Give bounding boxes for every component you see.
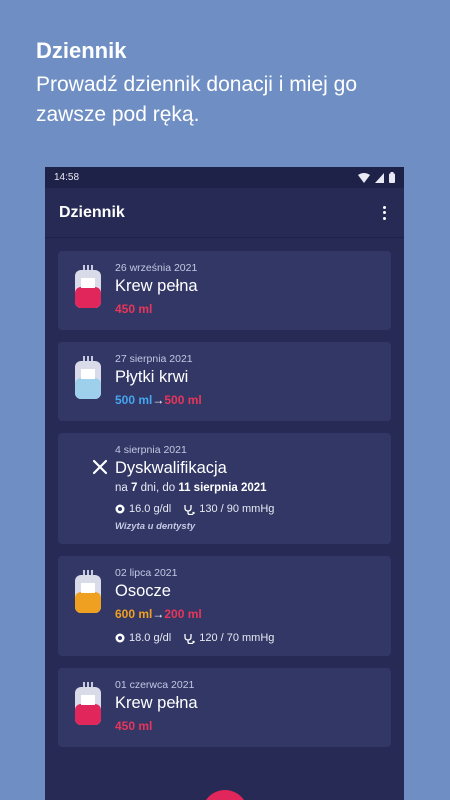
promo-subtitle: Prowadź dziennik donacji i miej go zawsz…: [36, 73, 357, 126]
close-icon: [92, 459, 108, 475]
entry-note: Wizyta u dentysty: [115, 521, 196, 532]
entry-date: 02 lipca 2021: [115, 567, 178, 579]
hemoglobin-value: 16.0 g/dl: [129, 503, 172, 515]
journal-entry[interactable]: 27 sierpnia 2021 Płytki krwi 500 ml→500 …: [58, 342, 391, 421]
phone-screen: 14:58 Dziennik 26 września 2021 Krew peł…: [45, 167, 404, 800]
blood-pressure-value: 130 / 90 mmHg: [199, 503, 275, 515]
entry-volume: 450 ml: [115, 302, 153, 316]
status-time: 14:58: [54, 172, 80, 183]
disqualification-period: na 7 dni, do 11 sierpnia 2021: [115, 482, 267, 494]
entry-stats: 16.0 g/dl 130 / 90 mmHg: [115, 503, 381, 515]
entry-volume-from: 500 ml: [115, 393, 153, 407]
entry-type: Krew pełna: [115, 277, 198, 295]
stethoscope-icon: [184, 504, 195, 515]
app-bar-title: Dziennik: [59, 203, 125, 221]
entry-date: 4 sierpnia 2021: [115, 444, 187, 456]
journal-list: 26 września 2021 Krew pełna 450 ml 27 si…: [45, 238, 404, 747]
hemoglobin-value: 18.0 g/dl: [129, 632, 172, 644]
platelet-bag-icon: [75, 356, 101, 399]
promo-title: Dziennik: [36, 38, 127, 63]
entry-type: Krew pełna: [115, 694, 198, 712]
entry-volume-to: 200 ml: [164, 607, 202, 621]
app-bar: Dziennik: [45, 188, 404, 238]
arrow-icon: →: [152, 607, 165, 621]
status-bar: 14:58: [45, 167, 404, 188]
journal-entry[interactable]: 4 sierpnia 2021 Dyskwalifikacja na 7 dni…: [58, 433, 391, 544]
entry-stats: 18.0 g/dl 120 / 70 mmHg: [115, 632, 381, 644]
entry-type: Osocze: [115, 582, 171, 600]
entry-date: 27 sierpnia 2021: [115, 353, 193, 365]
hemoglobin-icon: [115, 504, 125, 514]
entry-volume-to: 500 ml: [164, 393, 202, 407]
entry-volume: 450 ml: [115, 719, 153, 733]
journal-entry[interactable]: 02 lipca 2021 Osocze 600 ml→200 ml 18.0 …: [58, 556, 391, 656]
journal-entry[interactable]: 26 września 2021 Krew pełna 450 ml: [58, 251, 391, 330]
add-entry-button[interactable]: [202, 790, 248, 800]
entry-volume-from: 600 ml: [115, 607, 153, 621]
signal-icon: [375, 172, 384, 183]
entry-type: Dyskwalifikacja: [115, 459, 227, 477]
blood-bag-icon: [75, 682, 101, 725]
blood-pressure-value: 120 / 70 mmHg: [199, 632, 275, 644]
promo-header: Dziennik Prowadź dziennik donacji i miej…: [36, 38, 426, 130]
hemoglobin-icon: [115, 633, 125, 643]
entry-type: Płytki krwi: [115, 368, 189, 386]
plasma-bag-icon: [75, 570, 101, 613]
arrow-icon: →: [152, 393, 165, 407]
more-menu-icon[interactable]: [376, 203, 392, 223]
entry-date: 01 czerwca 2021: [115, 679, 195, 691]
battery-icon: [389, 172, 395, 183]
journal-entry[interactable]: 01 czerwca 2021 Krew pełna 450 ml: [58, 668, 391, 747]
stethoscope-icon: [184, 633, 195, 644]
wifi-icon: [358, 172, 370, 183]
entry-date: 26 września 2021: [115, 262, 198, 274]
blood-bag-icon: [75, 265, 101, 308]
